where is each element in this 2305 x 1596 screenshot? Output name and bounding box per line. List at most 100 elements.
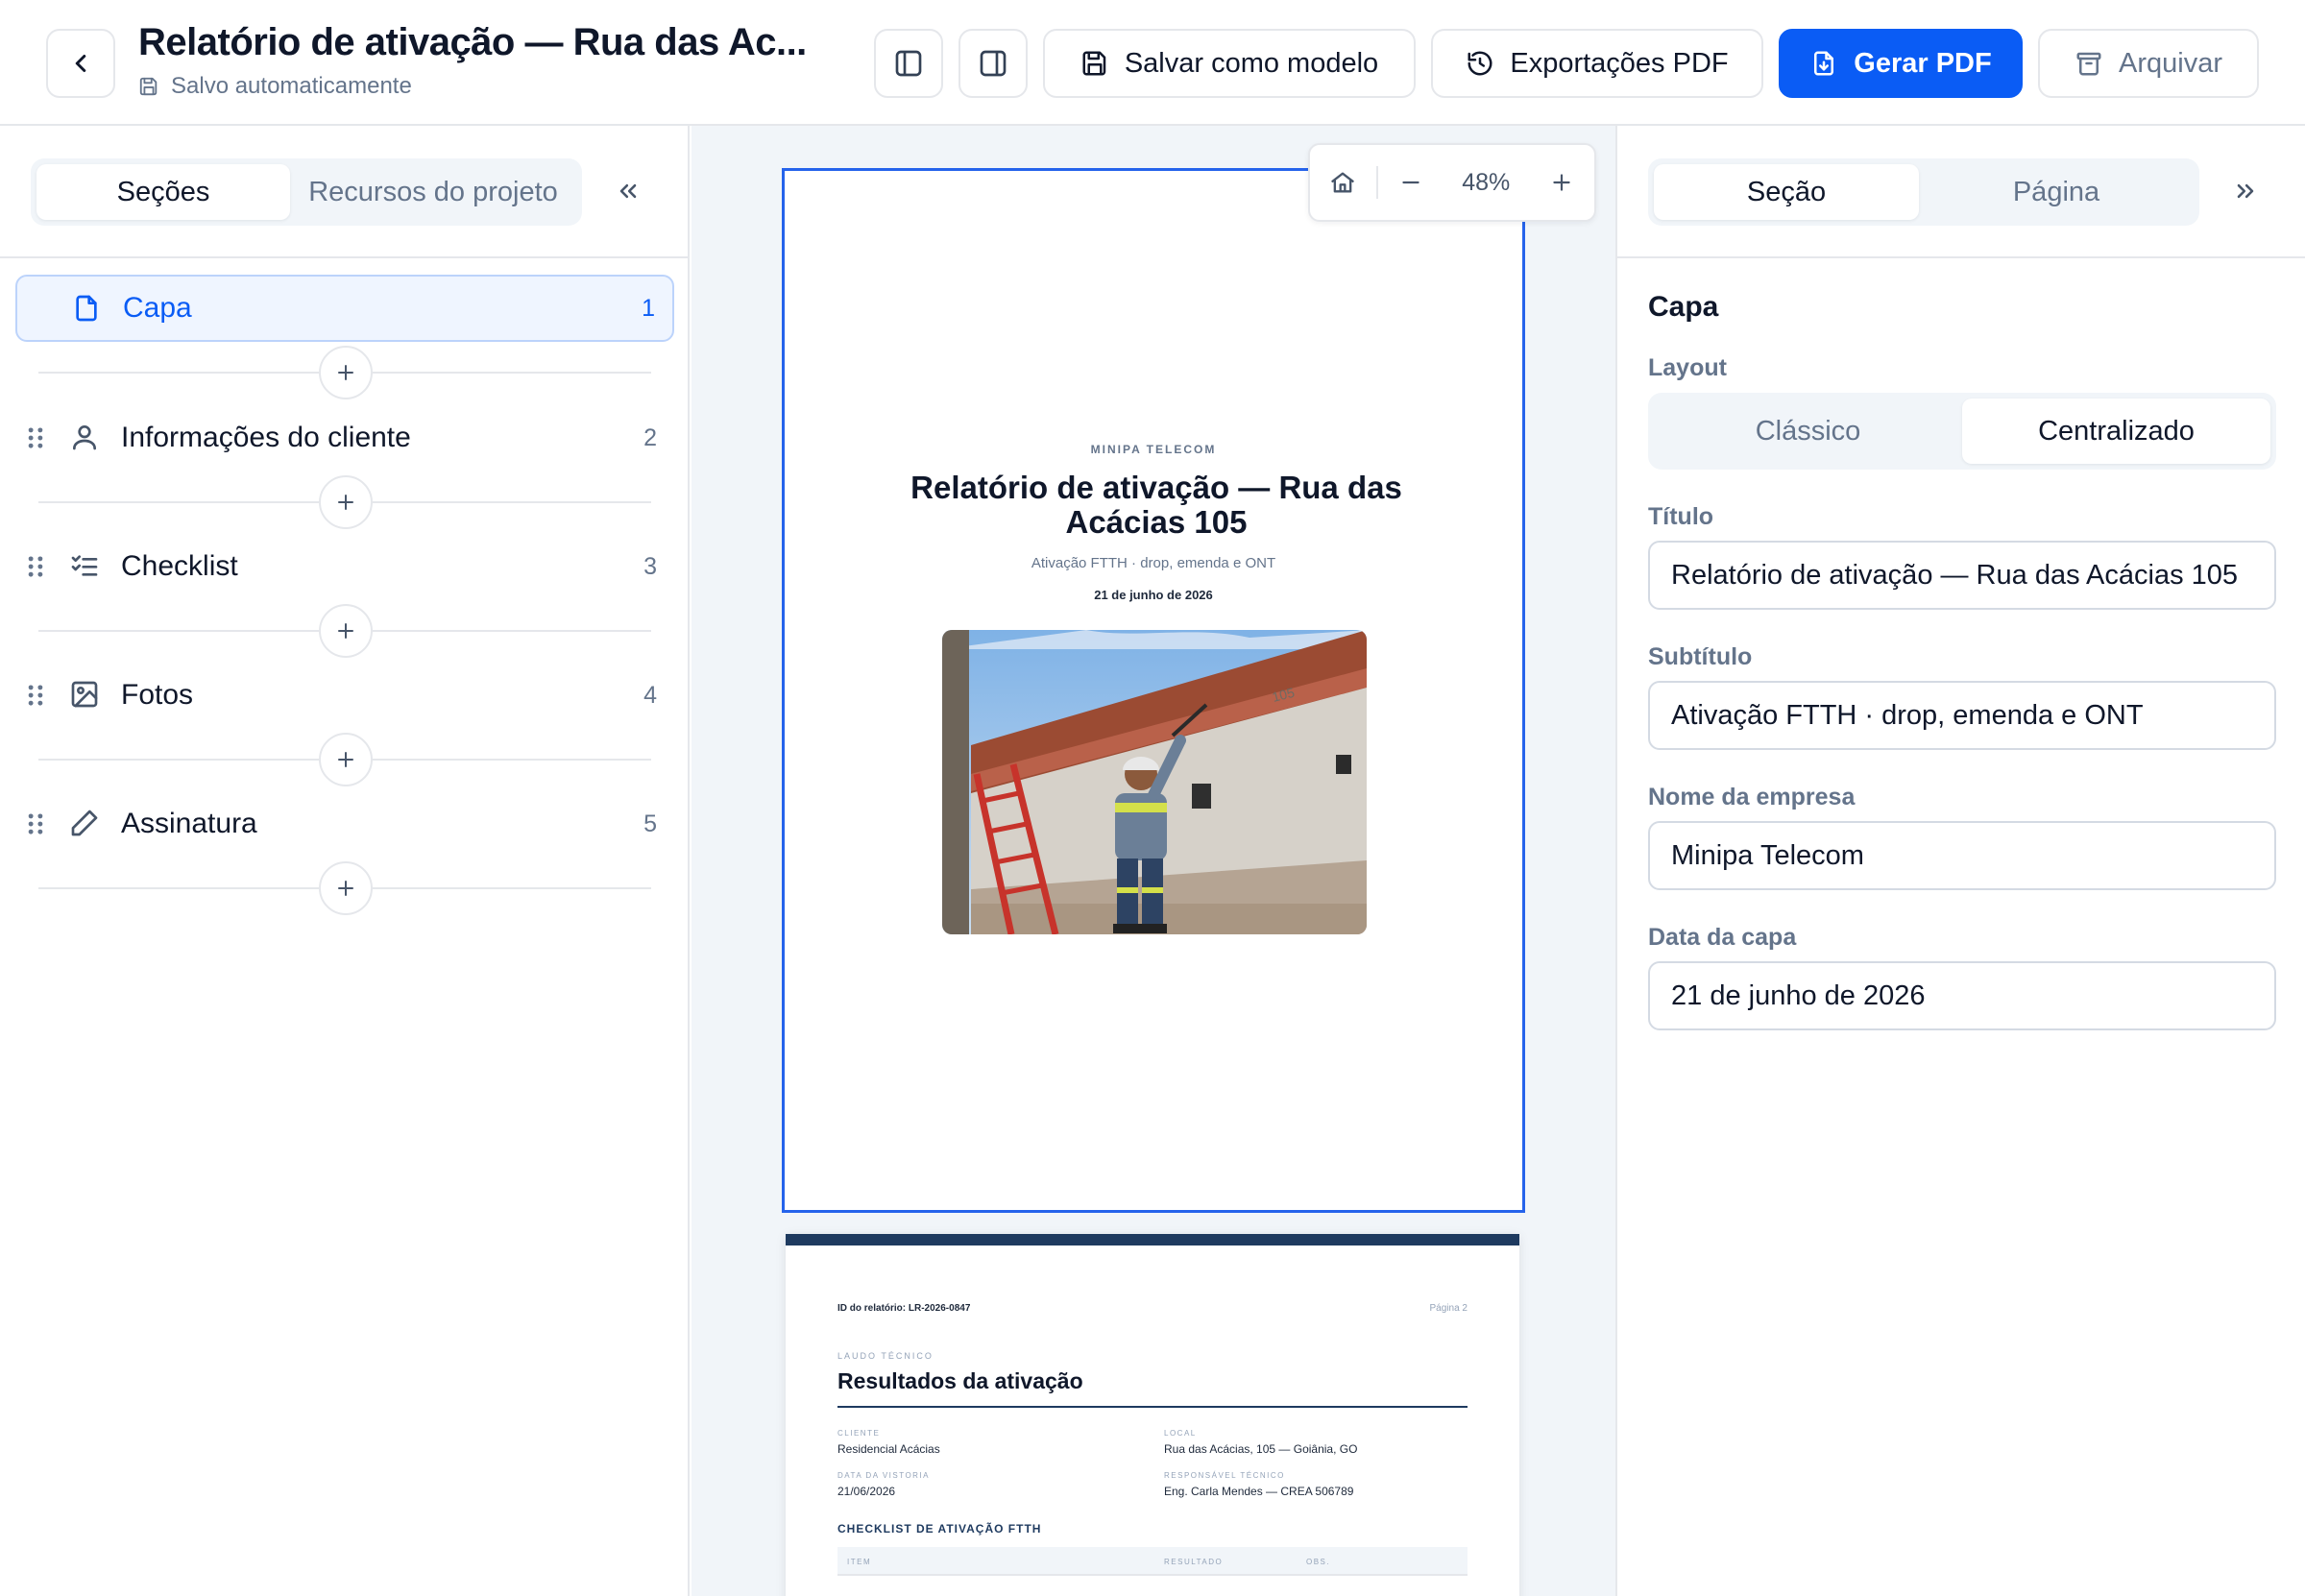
- panel-right-icon: [980, 50, 1007, 77]
- document-title: Relatório de ativação — Rua das Ac...: [138, 21, 807, 63]
- divider: [837, 1406, 1468, 1408]
- page-header-band: [786, 1234, 1519, 1245]
- pencil-icon: [71, 810, 98, 836]
- add-section-button[interactable]: [319, 861, 373, 915]
- cover-date-label: Data da capa: [1648, 924, 1797, 951]
- drag-handle-icon[interactable]: [25, 811, 46, 836]
- add-section-button[interactable]: [319, 604, 373, 658]
- cover-date: 21 de junho de 2026: [1094, 588, 1213, 602]
- save-as-template-button[interactable]: Salvar como modelo: [1043, 29, 1416, 98]
- page-kicker: LAUDO TÉCNICO: [837, 1351, 934, 1361]
- add-section-row: [38, 604, 651, 658]
- section-label: Fotos: [121, 679, 194, 711]
- cover-subtitle: Ativação FTTH · drop, emenda e ONT: [1031, 555, 1276, 571]
- section-label: Capa: [123, 292, 192, 324]
- checklist-icon: [71, 555, 98, 576]
- autosave-status: Salvo automaticamente: [138, 73, 412, 100]
- add-section-button[interactable]: [319, 475, 373, 529]
- section-label: Informações do cliente: [121, 422, 411, 453]
- layout-selector: Clássico Centralizado: [1648, 393, 2276, 470]
- archive-button[interactable]: Arquivar: [2038, 29, 2259, 98]
- autosave-label: Salvo automaticamente: [171, 73, 412, 99]
- section-item-signature[interactable]: Assinatura 5: [15, 790, 674, 858]
- add-section-row: [38, 733, 651, 786]
- generate-pdf-button[interactable]: Gerar PDF: [1779, 29, 2023, 98]
- cover-photo[interactable]: 105: [942, 630, 1367, 934]
- section-title: Capa: [1648, 291, 1719, 323]
- add-section-row: [38, 346, 651, 399]
- left-panel: Seções Recursos do projeto Capa 1 Inform…: [0, 126, 690, 1596]
- pdf-exports-button[interactable]: Exportações PDF: [1431, 29, 1763, 98]
- right-panel: Seção Página Capa Layout Clássico Centra…: [1615, 126, 2305, 1596]
- technician-value: Eng. Carla Mendes — CREA 506789: [1164, 1485, 1354, 1498]
- layout-option-centered[interactable]: Centralizado: [1962, 399, 2270, 464]
- report-id: ID do relatório: LR-2026-0847: [837, 1303, 971, 1314]
- zoom-in-button[interactable]: [1528, 143, 1594, 222]
- page-cover-preview[interactable]: MINIPA TELECOM Relatório de ativação — R…: [782, 168, 1525, 1213]
- drag-handle-icon[interactable]: [25, 683, 46, 708]
- zoom-level: 48%: [1462, 168, 1511, 196]
- client-value: Residencial Acácias: [837, 1442, 940, 1456]
- file-download-icon: [1814, 51, 1834, 76]
- toggle-left-panel-button[interactable]: [874, 29, 943, 98]
- tab-section[interactable]: Seção: [1654, 164, 1919, 220]
- tab-page[interactable]: Página: [1919, 164, 2194, 220]
- technician-label: RESPONSÁVEL TÉCNICO: [1164, 1471, 1285, 1480]
- section-item-capa[interactable]: Capa 1: [15, 275, 674, 342]
- chevrons-left-icon: [619, 183, 637, 199]
- zoom-toolbar: 48%: [1308, 143, 1596, 222]
- tab-sections[interactable]: Seções: [36, 164, 290, 220]
- company-name-label: Nome da empresa: [1648, 784, 1856, 810]
- section-item-client-info[interactable]: Informações do cliente 2: [15, 404, 674, 472]
- document-canvas[interactable]: MINIPA TELECOM Relatório de ativação — R…: [692, 126, 1615, 1596]
- page-2-preview[interactable]: ID do relatório: LR-2026-0847 Página 2 L…: [786, 1234, 1519, 1596]
- checklist-heading: CHECKLIST DE ATIVAÇÃO FTTH: [837, 1522, 1042, 1536]
- drag-handle-icon[interactable]: [25, 425, 46, 450]
- technician-photo-image: 105: [942, 630, 1367, 934]
- section-item-checklist[interactable]: Checklist 3: [15, 533, 674, 600]
- top-bar: Relatório de ativação — Rua das Ac... Sa…: [0, 0, 2305, 126]
- zoom-out-button[interactable]: [1378, 143, 1444, 222]
- section-item-photos[interactable]: Fotos 4: [15, 662, 674, 729]
- plus-icon: [338, 365, 353, 380]
- chevrons-right-icon: [2237, 183, 2254, 199]
- add-section-button[interactable]: [319, 733, 373, 786]
- subtitle-field[interactable]: Ativação FTTH · drop, emenda e ONT: [1648, 681, 2276, 750]
- cover-title: Relatório de ativação — Rua das Acácias …: [910, 470, 1402, 540]
- layout-option-classic[interactable]: Clássico: [1654, 399, 1962, 464]
- inspection-date-value: 21/06/2026: [837, 1485, 896, 1498]
- history-icon: [1468, 51, 1492, 76]
- section-number: 1: [642, 294, 655, 322]
- company-name-field[interactable]: Minipa Telecom: [1648, 821, 2276, 890]
- add-section-row: [38, 861, 651, 915]
- image-icon: [71, 681, 98, 708]
- add-section-row: [38, 475, 651, 529]
- left-tabs: Seções Recursos do projeto: [31, 158, 582, 226]
- home-icon: [1331, 172, 1354, 193]
- page-heading: Resultados da ativação: [837, 1368, 1083, 1393]
- divider: [1617, 256, 2305, 258]
- back-button[interactable]: [46, 29, 115, 98]
- drag-handle-icon[interactable]: [25, 554, 46, 579]
- section-number: 3: [643, 552, 657, 580]
- page-number: Página 2: [1429, 1303, 1468, 1314]
- cover-date-field[interactable]: 21 de junho de 2026: [1648, 961, 2276, 1030]
- section-number: 2: [643, 423, 657, 451]
- title-field[interactable]: Relatório de ativação — Rua das Acácias …: [1648, 541, 2276, 610]
- inspection-date-label: DATA DA VISTORIA: [837, 1471, 931, 1480]
- checklist-table-header: ITEM RESULTADO OBS.: [837, 1547, 1468, 1576]
- save-as-template-label: Salvar como modelo: [1124, 47, 1379, 79]
- tab-project-resources[interactable]: Recursos do projeto: [290, 164, 576, 220]
- collapse-left-panel-button[interactable]: [605, 168, 651, 214]
- chevron-left-icon: [75, 55, 86, 72]
- toggle-right-panel-button[interactable]: [958, 29, 1028, 98]
- client-label: CLIENTE: [837, 1429, 881, 1438]
- generate-pdf-label: Gerar PDF: [1854, 47, 1992, 79]
- location-label: LOCAL: [1164, 1429, 1197, 1438]
- fit-page-button[interactable]: [1310, 143, 1376, 222]
- save-icon: [1082, 51, 1106, 76]
- collapse-right-panel-button[interactable]: [2222, 168, 2269, 214]
- add-section-button[interactable]: [319, 346, 373, 399]
- minus-icon: [1402, 181, 1419, 184]
- section-number: 5: [643, 810, 657, 837]
